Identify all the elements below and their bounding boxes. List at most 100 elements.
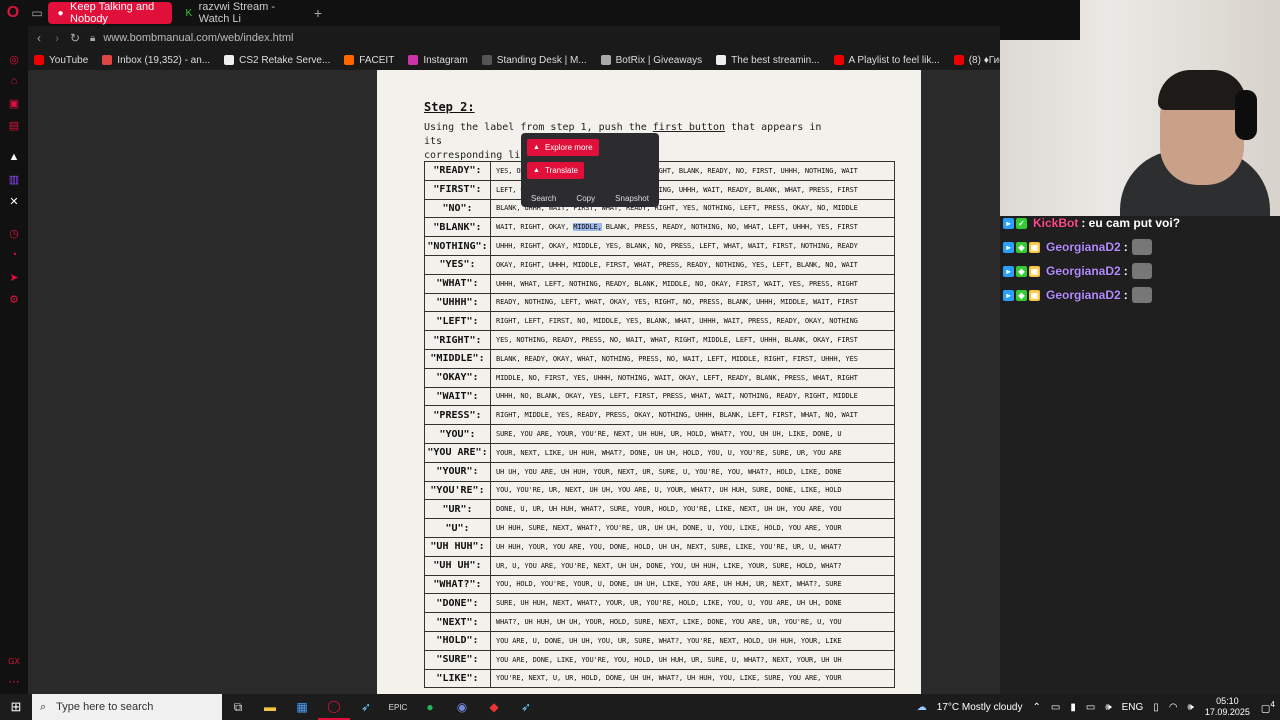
row-list: RIGHT, LEFT, FIRST, NO, MIDDLE, YES, BLA… xyxy=(490,311,895,332)
row-list-text: YOU ARE, DONE, LIKE, YOU'RE, YOU, HOLD, … xyxy=(496,655,842,664)
steam-icon[interactable]: ➶ xyxy=(350,694,382,720)
task-view-icon[interactable]: ⧉ xyxy=(222,694,254,720)
discord-icon[interactable]: ◉ xyxy=(446,694,478,720)
row-list: UHHH, NO, BLANK, OKAY, YES, LEFT, FIRST,… xyxy=(490,386,895,407)
emote-icon xyxy=(1131,263,1152,279)
volume-icon[interactable]: 🕪︎ xyxy=(1105,702,1111,713)
row-key: "READY": xyxy=(424,161,491,181)
notification-icon[interactable]: ▢4 xyxy=(1261,699,1275,714)
forward-icon[interactable]: › xyxy=(48,31,66,45)
bookmark-item[interactable]: Instagram xyxy=(408,55,468,66)
row-list-text: UH UH, YOU ARE, UH HUH, YOUR, NEXT, UR, … xyxy=(496,467,842,476)
x-icon[interactable]: ✕ xyxy=(7,194,21,208)
snapshot-button[interactable]: Snapshot xyxy=(615,194,649,203)
clock[interactable]: 05:10 17.09.2025 xyxy=(1205,696,1250,718)
back-icon[interactable]: ‹ xyxy=(30,31,48,45)
mic-icon[interactable]: ▮ xyxy=(1070,702,1076,713)
bookmark-item[interactable]: CS2 Retake Serve... xyxy=(224,55,330,66)
table-row: "SURE": YOU ARE, DONE, LIKE, YOU'RE, YOU,… xyxy=(424,649,895,670)
url-text: www.bombmanual.com/web/index.html xyxy=(103,32,294,44)
network-icon[interactable]: ▭ xyxy=(1051,702,1060,713)
emote-icon xyxy=(1131,239,1152,255)
chat-username[interactable]: KickBot xyxy=(1033,216,1078,230)
workspace-icon[interactable]: ▲ xyxy=(7,150,21,164)
chat-username[interactable]: GeorgianaD2 xyxy=(1046,240,1121,254)
display-icon[interactable]: ▭ xyxy=(1086,702,1095,713)
store-icon[interactable]: ▦ xyxy=(286,694,318,720)
tab-razvwi-stream[interactable]: K razvwi Stream - Watch Li xyxy=(176,1,304,25)
bookmark-item[interactable]: FACEIT xyxy=(344,55,394,66)
row-list-text: UHHH, RIGHT, OKAY, MIDDLE, YES, BLANK, N… xyxy=(496,242,858,251)
tab-title: Keep Talking and Nobody xyxy=(70,1,155,25)
row-list: YES, NOTHING, READY, PRESS, NO, WAIT, WH… xyxy=(490,330,895,350)
desc-text: corresponding li xyxy=(424,150,521,161)
row-list: UHHH, WHAT, LEFT, NOTHING, READY, BLANK,… xyxy=(490,273,895,294)
search-button[interactable]: Search xyxy=(531,194,556,203)
lang-text[interactable]: ENG xyxy=(1122,702,1144,713)
twitch-icon[interactable]: ▥ xyxy=(7,172,21,186)
row-list: YOU ARE, U, DONE, UH UH, YOU, UR, SURE, … xyxy=(490,630,895,651)
send-icon[interactable]: ➤ xyxy=(7,270,21,284)
more-icon[interactable]: ⋯ xyxy=(7,674,21,688)
history-icon[interactable]: ◷ xyxy=(7,226,21,240)
bookmark-item[interactable]: Inbox (19,352) - an... xyxy=(102,55,210,66)
row-key: "YOU": xyxy=(424,424,491,444)
translate-button[interactable]: ▲ Translate xyxy=(527,162,584,179)
bookmark-icon xyxy=(224,55,235,65)
clock-icon[interactable]: ◔ xyxy=(7,248,21,262)
row-key: "WHAT": xyxy=(424,273,491,294)
windows-start-icon[interactable]: ⊞ xyxy=(0,694,32,720)
spotify-icon[interactable]: ● xyxy=(414,694,446,720)
explore-label: Explore more xyxy=(544,143,593,152)
url-field[interactable]: 🔒︎ www.bombmanual.com/web/index.html xyxy=(90,32,293,44)
taskbar-search[interactable]: ⌕ Type here to search xyxy=(32,694,222,720)
messenger-icon[interactable]: ▣ xyxy=(7,96,21,110)
settings-icon[interactable]: ⚙ xyxy=(7,292,21,306)
weather-text[interactable]: 17°C Mostly cloudy xyxy=(937,702,1023,713)
bookmark-item[interactable]: Standing Desk | M... xyxy=(481,55,587,66)
player-icon[interactable]: ⌂ xyxy=(7,74,21,88)
copy-button[interactable]: Copy xyxy=(576,194,595,203)
row-key: "SURE": xyxy=(424,649,491,670)
weather-icon[interactable]: ☁ xyxy=(917,702,927,713)
row-list: UHHH, RIGHT, OKAY, MIDDLE, YES, BLANK, N… xyxy=(490,236,895,256)
table-row: "YES": OKAY, RIGHT, UHHH, MIDDLE, FIRST, … xyxy=(424,254,895,275)
opera-gx-icon[interactable]: ◯ xyxy=(318,694,350,720)
reload-icon[interactable]: ↻ xyxy=(66,31,84,45)
aria-icon[interactable]: ◎ xyxy=(7,52,21,66)
bookmark-label: CS2 Retake Serve... xyxy=(239,54,331,66)
epic-icon[interactable]: EPIC xyxy=(382,694,414,720)
table-row: "YOU'RE": YOU, YOU'RE, UR, NEXT, UH UH, Y… xyxy=(424,480,895,501)
app-icon[interactable]: ◆ xyxy=(478,694,510,720)
wifi-icon[interactable]: ◠ xyxy=(1169,702,1178,713)
row-list-text: UH HUH, YOUR, YOU ARE, YOU, DONE, HOLD, … xyxy=(496,542,842,551)
row-list-text: YOUR, NEXT, LIKE, UH HUH, WHAT?, DONE, U… xyxy=(496,448,842,457)
bookmark-item[interactable]: A Playlist to feel lik... xyxy=(833,55,940,66)
row-list: WHAT?, UH HUH, UH UH, YOUR, HOLD, SURE, … xyxy=(490,612,895,632)
row-list: UR, U, YOU ARE, YOU'RE, NEXT, UH UH, DON… xyxy=(490,555,895,576)
row-list-text: YOU, YOU'RE, UR, NEXT, UH UH, YOU ARE, U… xyxy=(496,486,842,495)
speaker-icon[interactable]: 🕪︎ xyxy=(1188,702,1194,713)
bookmark-item[interactable]: The best streamin... xyxy=(716,55,820,66)
tab-menu-icon[interactable]: ▭ xyxy=(26,2,48,24)
webcam-monitor xyxy=(1000,0,1080,40)
chat-username[interactable]: GeorgianaD2 xyxy=(1046,264,1121,278)
table-row: "PRESS": RIGHT, MIDDLE, YES, READY, PRESS… xyxy=(424,405,895,426)
steam-2-icon[interactable]: ➶ xyxy=(510,694,542,720)
tab-keep-talking[interactable]: ● Keep Talking and Nobody xyxy=(48,1,172,25)
row-key: "YOU ARE": xyxy=(424,442,491,463)
whatsapp-icon[interactable]: ▤ xyxy=(7,118,21,132)
chevron-up-icon[interactable]: ⌃ xyxy=(1033,702,1041,713)
new-tab-button[interactable]: + xyxy=(308,5,328,21)
headset xyxy=(1235,90,1257,140)
bookmark-item[interactable]: YouTube xyxy=(34,55,88,66)
battery-icon[interactable]: ▯ xyxy=(1153,702,1159,713)
bookmark-icon xyxy=(833,55,844,65)
gx-icon[interactable]: GX xyxy=(7,654,21,668)
file-explorer-icon[interactable]: ▬ xyxy=(254,694,286,720)
explore-more-button[interactable]: ▲ Explore more xyxy=(527,139,599,156)
bookmark-item[interactable]: BotRix | Giveaways xyxy=(600,55,702,66)
opera-logo-icon[interactable]: O xyxy=(0,0,26,26)
chat-username[interactable]: GeorgianaD2 xyxy=(1046,288,1121,302)
row-list: RIGHT, MIDDLE, YES, READY, PRESS, OKAY, … xyxy=(490,405,895,426)
